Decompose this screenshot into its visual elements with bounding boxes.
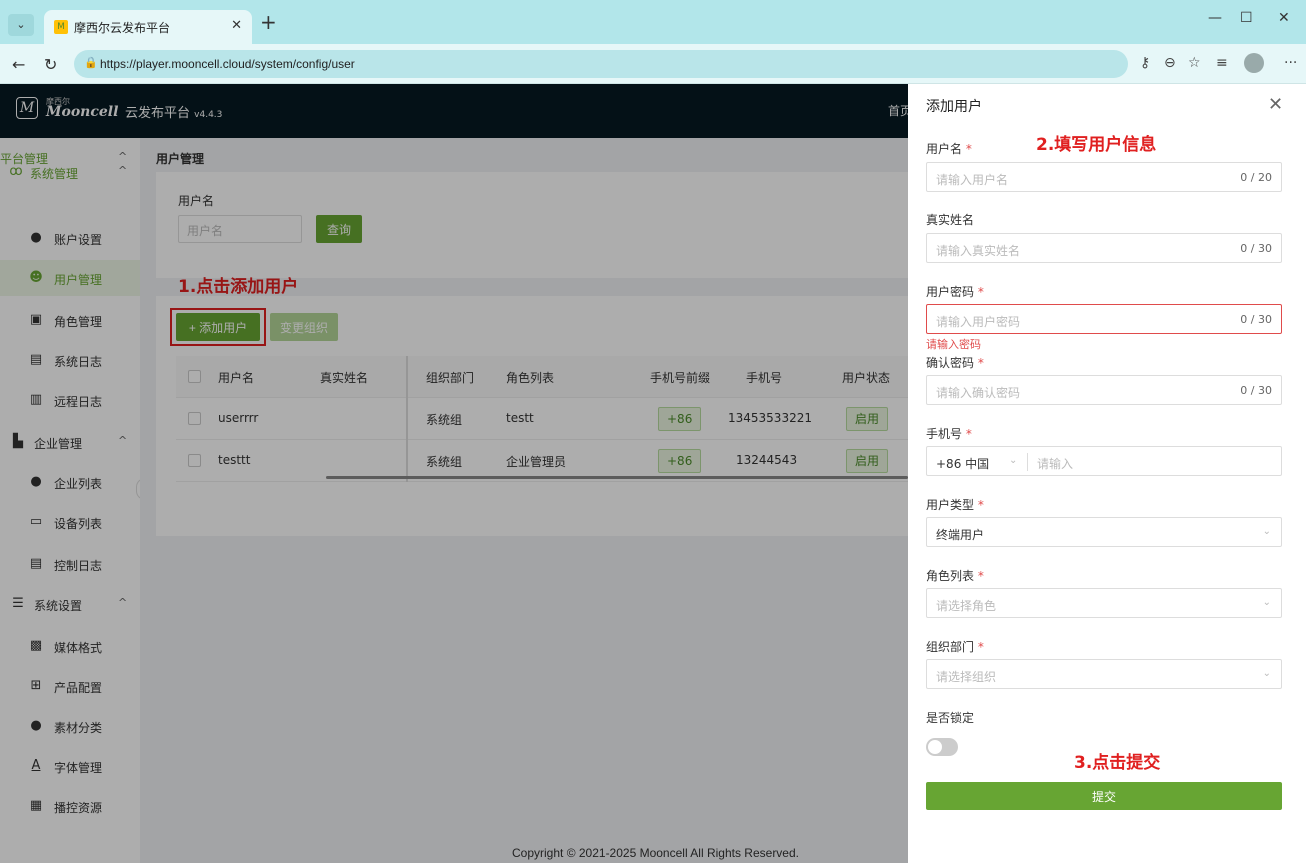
phone-field: +86 中国 ⌄ 请输入 — [926, 446, 1282, 476]
phone-prefix-select[interactable]: +86 中国 — [936, 455, 989, 472]
more-menu-icon[interactable]: ··· — [1284, 55, 1297, 71]
user-type-label: 用户类型 * — [926, 498, 984, 512]
confirm-password-label: 确认密码 * — [926, 356, 984, 370]
phone-input[interactable]: 请输入 — [1037, 455, 1073, 472]
role-label: 角色列表 * — [926, 569, 984, 583]
password-input[interactable]: 请输入用户密码 0 / 30 — [926, 304, 1282, 334]
collections-icon[interactable]: ≡ — [1216, 55, 1228, 71]
username-input[interactable]: 请输入用户名 0 / 20 — [926, 162, 1282, 192]
lock-label: 是否锁定 — [926, 711, 975, 725]
realname-input[interactable]: 请输入真实姓名 0 / 30 — [926, 233, 1282, 263]
submit-button[interactable]: 提交 — [926, 782, 1282, 810]
chevron-down-icon: ⌄ — [1262, 526, 1271, 537]
phone-divider — [1027, 453, 1028, 471]
lock-toggle[interactable] — [926, 738, 958, 756]
browser-tab-bar: ⌄ M 摩西尔云发布平台 ✕ + — ☐ ✕ — [0, 0, 1306, 44]
browser-tab[interactable]: M 摩西尔云发布平台 ✕ — [44, 10, 252, 44]
profile-avatar[interactable] — [1244, 53, 1264, 73]
close-tab-icon[interactable]: ✕ — [231, 18, 242, 33]
chevron-down-icon: ⌄ — [1262, 597, 1271, 608]
new-tab-icon[interactable]: + — [260, 10, 277, 34]
tab-title: 摩西尔云发布平台 — [74, 21, 171, 35]
zoom-icon[interactable]: ⊖ — [1164, 55, 1176, 71]
chevron-down-icon: ⌄ — [1262, 668, 1271, 679]
favorite-star-icon[interactable]: ☆ — [1188, 55, 1201, 71]
modal-overlay[interactable] — [0, 84, 908, 863]
drawer-title: 添加用户 — [926, 99, 982, 115]
org-label: 组织部门 * — [926, 640, 984, 654]
key-icon[interactable]: ⚷ — [1140, 55, 1150, 71]
lock-icon: 🔒 — [84, 56, 98, 69]
favicon-icon: M — [54, 20, 68, 34]
annotation-step2: 2.填写用户信息 — [1036, 135, 1157, 155]
realname-label: 真实姓名 — [926, 213, 975, 227]
org-select[interactable]: 请选择组织 ⌄ — [926, 659, 1282, 689]
confirm-password-input[interactable]: 请输入确认密码 0 / 30 — [926, 375, 1282, 405]
address-bar: ← ↻ 🔒 https://player.mooncell.cloud/syst… — [0, 44, 1306, 84]
back-icon[interactable]: ← — [12, 55, 25, 74]
drawer-close-icon[interactable]: ✕ — [1268, 94, 1283, 115]
window-close-icon[interactable]: ✕ — [1278, 10, 1290, 26]
maximize-icon[interactable]: ☐ — [1240, 10, 1253, 26]
url-field[interactable]: 🔒 https://player.mooncell.cloud/system/c… — [74, 50, 1128, 78]
password-label: 用户密码 * — [926, 285, 984, 299]
password-error-text: 请输入密码 — [926, 338, 981, 351]
user-type-select[interactable]: 终端用户 ⌄ — [926, 517, 1282, 547]
phone-label: 手机号 * — [926, 427, 972, 441]
tab-list-chevron-icon[interactable]: ⌄ — [8, 14, 34, 36]
toggle-knob — [928, 740, 942, 754]
annotation-step3: 3.点击提交 — [1074, 753, 1161, 773]
url-text: https://player.mooncell.cloud/system/con… — [100, 57, 355, 71]
role-select[interactable]: 请选择角色 ⌄ — [926, 588, 1282, 618]
chevron-down-icon[interactable]: ⌄ — [1009, 455, 1017, 466]
refresh-icon[interactable]: ↻ — [44, 55, 57, 74]
username-label: 用户名 * — [926, 142, 972, 156]
minimize-icon[interactable]: — — [1208, 10, 1222, 26]
